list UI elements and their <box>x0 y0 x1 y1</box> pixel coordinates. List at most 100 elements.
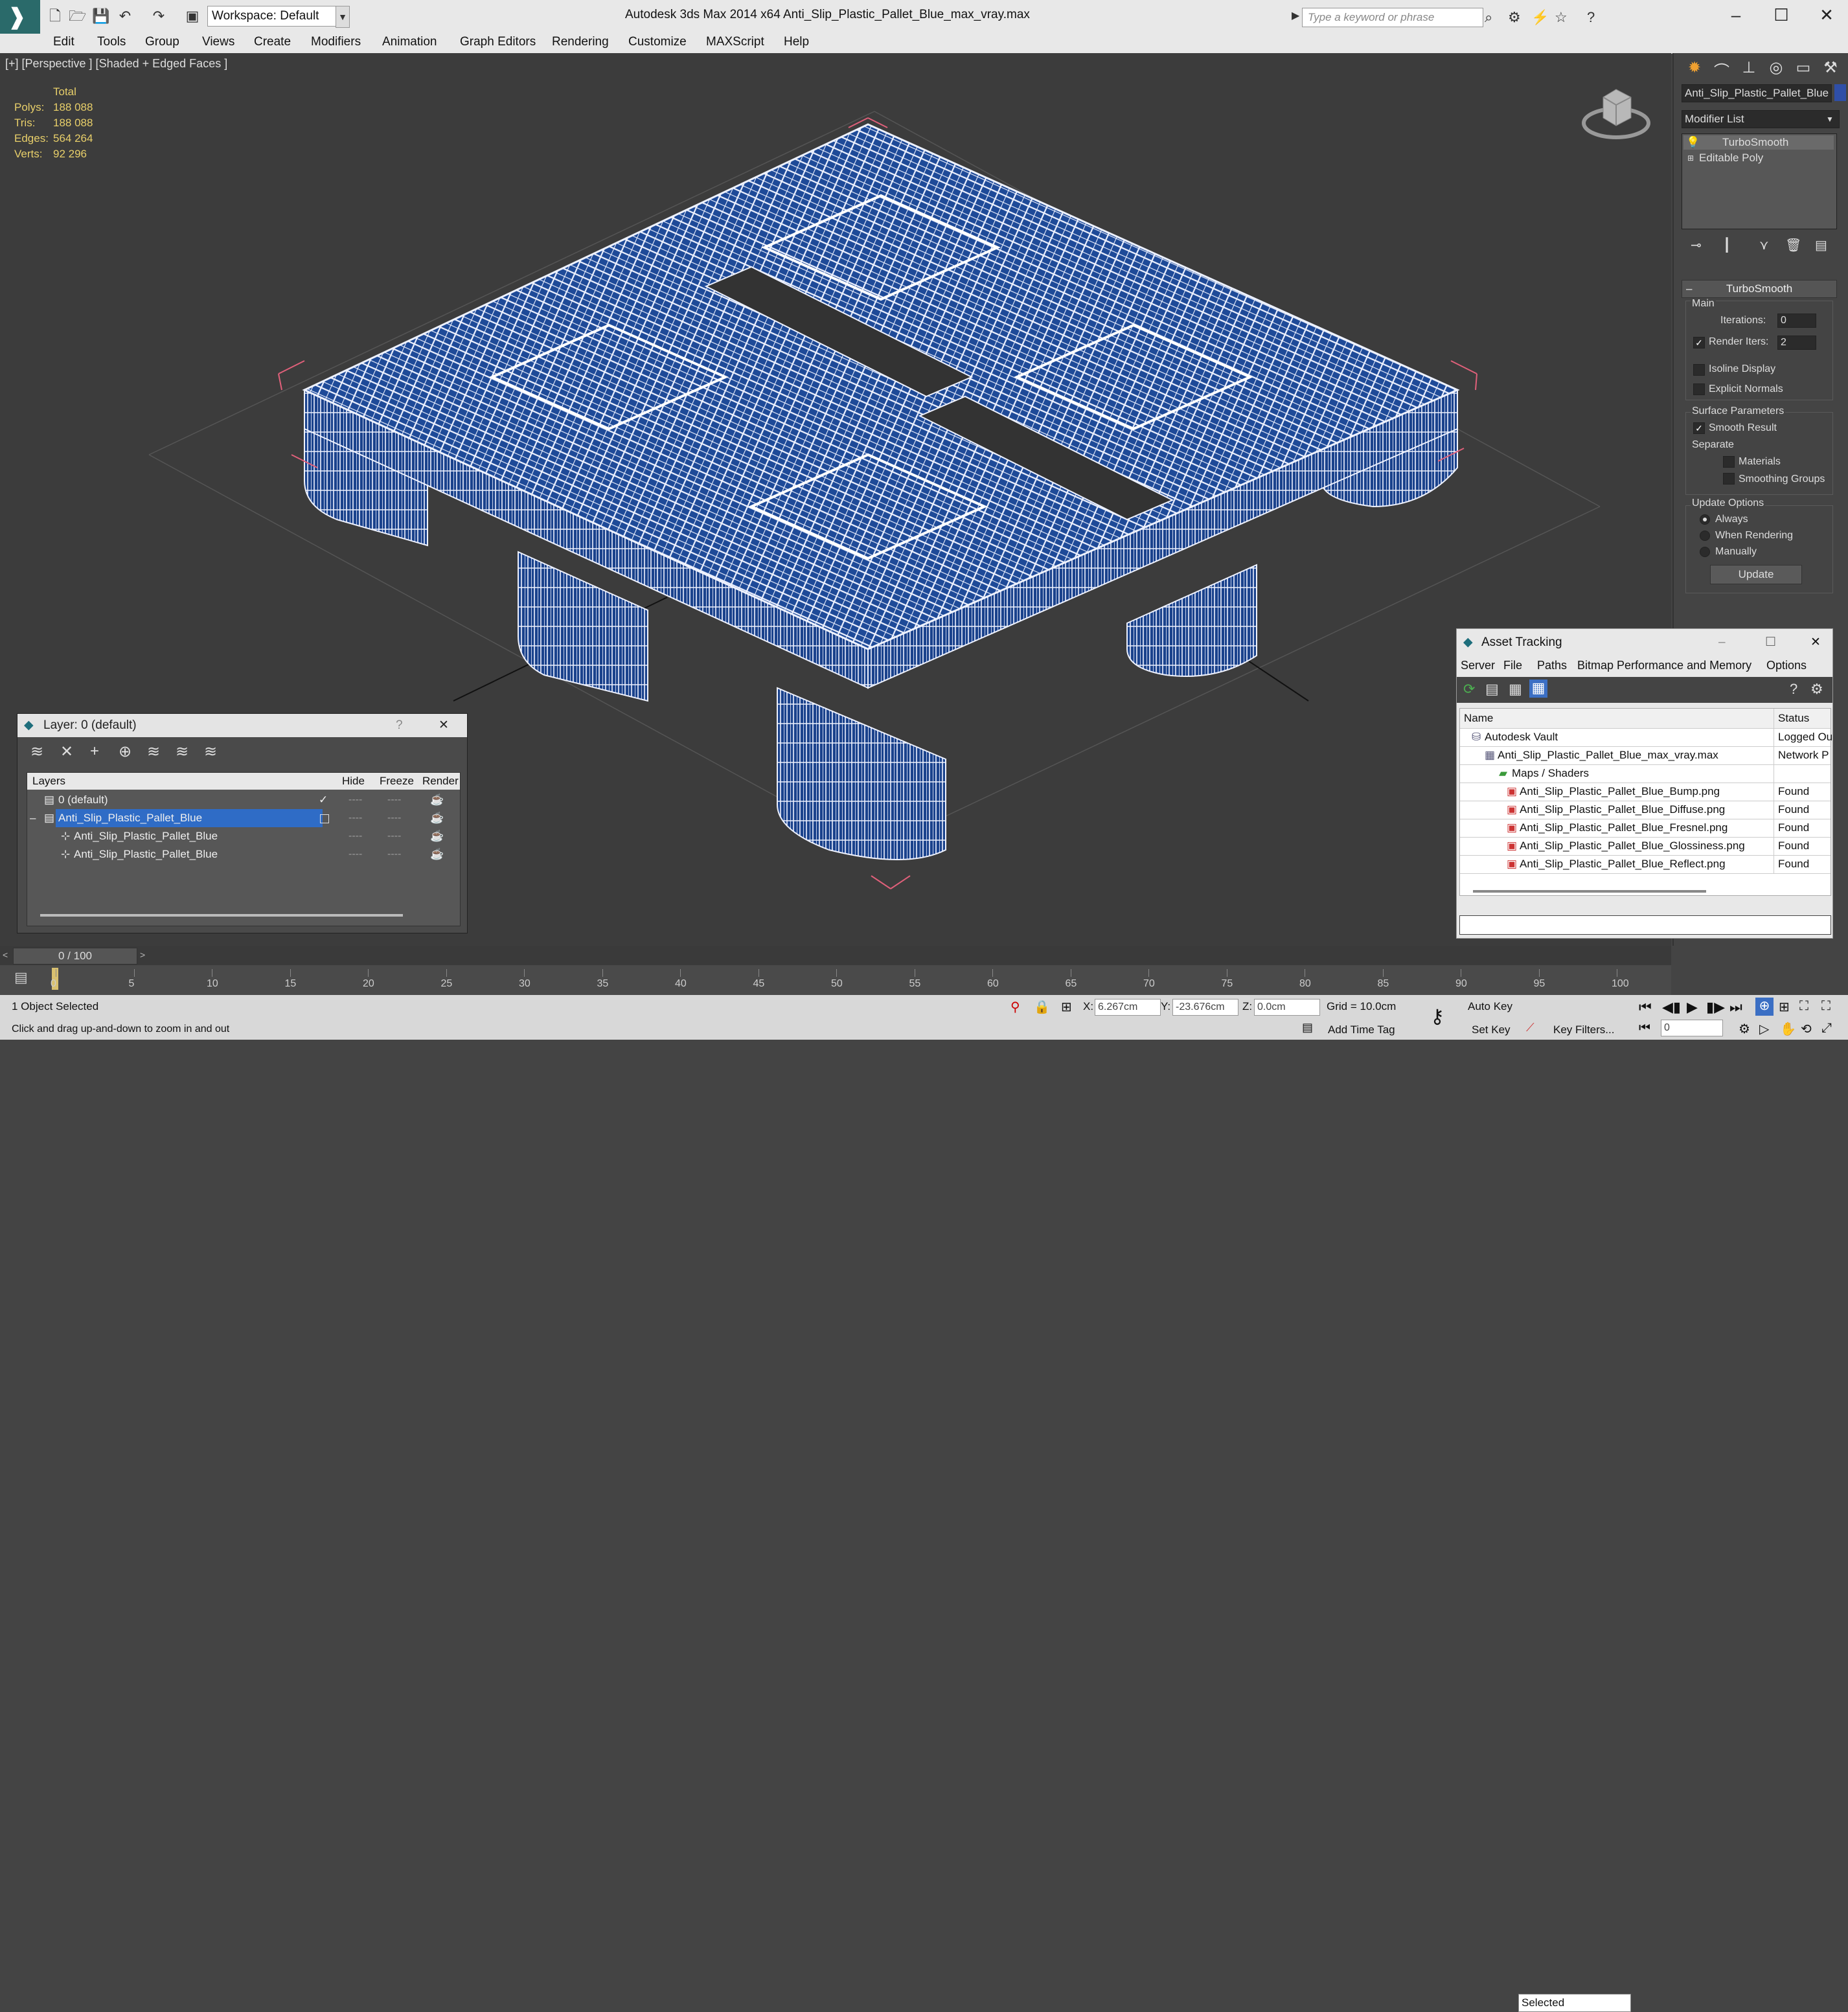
current-layer-check-icon[interactable]: ✓ <box>319 791 328 809</box>
object-color-swatch[interactable] <box>1834 84 1846 101</box>
render-iters-checkbox[interactable]: ✓ <box>1693 337 1705 349</box>
subscription-icon[interactable]: ⚙ <box>1508 9 1521 26</box>
iterations-spinner[interactable]: 0 <box>1777 314 1816 328</box>
hide-toggle[interactable]: ---- <box>348 845 362 863</box>
layers-column-header[interactable]: Layers <box>32 773 65 790</box>
next-key-icon[interactable]: ▮▶ <box>1706 999 1725 1016</box>
app-menu-button[interactable]: ❱ <box>0 0 40 34</box>
menu-bitmap-performance[interactable]: Bitmap Performance and Memory <box>1577 659 1751 672</box>
render-teapot-icon[interactable]: ☕ <box>430 845 444 863</box>
chevron-down-icon[interactable]: ▼ <box>1824 111 1836 127</box>
undo-icon[interactable]: ↶ <box>117 8 133 25</box>
key-filters-button[interactable]: Key Filters... <box>1553 1023 1614 1036</box>
smoothing-groups-checkbox[interactable] <box>1723 473 1735 485</box>
asset-row[interactable]: ▦ Anti_Slip_Plastic_Pallet_Blue_max_vray.… <box>1460 746 1831 765</box>
previous-key-icon[interactable]: ◀▮ <box>1662 999 1681 1016</box>
mini-curve-editor-icon[interactable]: ▤ <box>14 969 28 986</box>
menu-rendering[interactable]: Rendering <box>552 35 609 49</box>
pallet-mesh[interactable] <box>302 123 1460 860</box>
maximize-viewport-icon[interactable]: ⤢ <box>1821 1021 1832 1036</box>
asset-row[interactable]: ▣ Anti_Slip_Plastic_Pallet_Blue_Fresnel.p… <box>1460 819 1831 838</box>
select-objects-icon[interactable]: ⊕ <box>119 742 131 761</box>
viewcube-icon[interactable] <box>1580 78 1652 149</box>
zoom-extents-all-icon[interactable]: ⛶ <box>1821 999 1831 1014</box>
utilities-tab-icon[interactable]: ⚒ <box>1819 58 1842 80</box>
set-key-button[interactable]: Set Key <box>1472 1023 1511 1036</box>
go-to-start-icon[interactable]: ⏮ <box>1639 999 1652 1016</box>
new-file-icon[interactable]: 🗋 <box>47 8 63 25</box>
show-end-result-icon[interactable]: ┃ <box>1723 237 1731 253</box>
make-unique-icon[interactable]: ⋎ <box>1759 237 1769 253</box>
field-of-view-icon[interactable]: ▷ <box>1759 1021 1769 1037</box>
maximize-button[interactable]: ☐ <box>1768 5 1794 25</box>
key-selection-dropdown[interactable]: Selected <box>1518 1994 1631 2012</box>
help-icon[interactable]: ? <box>1790 681 1797 698</box>
create-tab-icon[interactable]: ✹ <box>1683 58 1706 80</box>
next-frame-icon[interactable]: > <box>140 950 145 960</box>
open-file-icon[interactable]: 🗁 <box>69 8 86 25</box>
x-coordinate-field[interactable]: 6.267cm <box>1095 999 1161 1016</box>
menu-tools[interactable]: Tools <box>97 35 126 49</box>
hide-toggle[interactable]: ---- <box>348 791 362 809</box>
time-tag-icon[interactable]: ▤ <box>1302 1021 1313 1035</box>
menu-paths[interactable]: Paths <box>1537 659 1567 672</box>
modifier-list-dropdown[interactable]: Modifier List <box>1682 110 1840 128</box>
grid-view-icon[interactable]: ▦ <box>1529 680 1547 698</box>
pin-stack-icon[interactable]: ⊸ <box>1691 237 1702 253</box>
lightbulb-icon[interactable]: 💡 <box>1686 135 1700 150</box>
play-arrow-icon[interactable]: ▶ <box>1292 9 1299 22</box>
play-icon[interactable]: ▶ <box>1687 999 1698 1016</box>
add-time-tag[interactable]: Add Time Tag <box>1328 1023 1395 1036</box>
go-to-end-icon[interactable]: ⏭ <box>1729 999 1742 1016</box>
menu-create[interactable]: Create <box>254 35 291 49</box>
configure-sets-icon[interactable]: ▤ <box>1815 237 1827 253</box>
isoline-display-checkbox[interactable] <box>1693 364 1705 376</box>
hierarchy-tab-icon[interactable]: ⊥ <box>1737 58 1761 80</box>
layer-row-selected[interactable]: – ▤ Anti_Slip_Plastic_Pallet_Blue ---- -… <box>27 809 460 827</box>
menu-help[interactable]: Help <box>784 35 809 49</box>
favorites-icon[interactable]: ☆ <box>1555 9 1568 26</box>
project-folder-icon[interactable]: ▣ <box>184 8 201 25</box>
asset-path-field[interactable] <box>1459 915 1831 935</box>
asset-row[interactable]: ▣ Anti_Slip_Plastic_Pallet_Blue_Reflect.p… <box>1460 855 1831 874</box>
time-slider-thumb[interactable]: 0 / 100 <box>13 948 137 965</box>
asset-row[interactable]: ▣ Anti_Slip_Plastic_Pallet_Blue_Diffuse.p… <box>1460 801 1831 819</box>
asset-row[interactable]: ⛁ Autodesk Vault Logged Ou <box>1460 728 1832 747</box>
pan-icon[interactable]: ✋ <box>1780 1021 1796 1037</box>
collapse-icon[interactable]: – <box>30 809 36 827</box>
hide-toggle[interactable]: ---- <box>348 827 362 845</box>
menu-animation[interactable]: Animation <box>382 35 437 49</box>
stack-item-turbosmooth[interactable]: 💡 TurboSmooth <box>1683 135 1834 150</box>
auto-key-button[interactable]: Auto Key <box>1468 1000 1512 1013</box>
y-coordinate-field[interactable]: -23.676cm <box>1172 999 1238 1016</box>
help-icon[interactable]: ? <box>396 714 403 737</box>
render-teapot-icon[interactable]: ☕ <box>430 791 444 809</box>
layer-object-row[interactable]: ⊹ Anti_Slip_Plastic_Pallet_Blue ---- ---… <box>27 827 460 845</box>
z-coordinate-field[interactable]: 0.0cm <box>1254 999 1320 1016</box>
add-to-layer-icon[interactable]: + <box>90 742 99 760</box>
close-icon[interactable]: ✕ <box>439 714 449 737</box>
horizontal-scrollbar[interactable] <box>40 914 403 917</box>
menu-options[interactable]: Options <box>1766 659 1807 672</box>
freeze-toggle[interactable]: ---- <box>387 845 401 863</box>
highlight-layer-icon[interactable]: ≋ <box>147 742 160 761</box>
smooth-result-checkbox[interactable]: ✓ <box>1693 422 1705 434</box>
help-icon[interactable]: ? <box>1587 9 1595 26</box>
previous-frame-icon[interactable]: < <box>3 950 8 960</box>
object-name-field[interactable]: Anti_Slip_Plastic_Pallet_Blue <box>1682 84 1832 102</box>
horizontal-scrollbar[interactable] <box>1473 890 1706 893</box>
hide-column-header[interactable]: Hide <box>342 773 365 790</box>
isolate-selection-icon[interactable]: ⚲ <box>1010 999 1020 1015</box>
stack-item-editable-poly[interactable]: ⊞ Editable Poly <box>1683 151 1834 165</box>
name-column-header[interactable]: Name <box>1464 709 1493 728</box>
viewport-label[interactable]: [+] [Perspective ] [Shaded + Edged Faces… <box>5 57 227 71</box>
close-button[interactable]: ✕ <box>1814 5 1840 25</box>
lock-selection-icon[interactable]: 🔒 <box>1034 999 1050 1015</box>
key-mode-toggle-icon[interactable]: ⏮ <box>1639 1021 1650 1036</box>
time-config-icon[interactable]: ⚙ <box>1739 1021 1750 1037</box>
current-frame-field[interactable]: 0 <box>1661 1020 1723 1036</box>
hide-all-icon[interactable]: ≋ <box>176 742 188 761</box>
render-teapot-icon[interactable]: ☕ <box>430 809 444 827</box>
menu-modifiers[interactable]: Modifiers <box>311 35 361 49</box>
freeze-toggle[interactable]: ---- <box>387 791 401 809</box>
